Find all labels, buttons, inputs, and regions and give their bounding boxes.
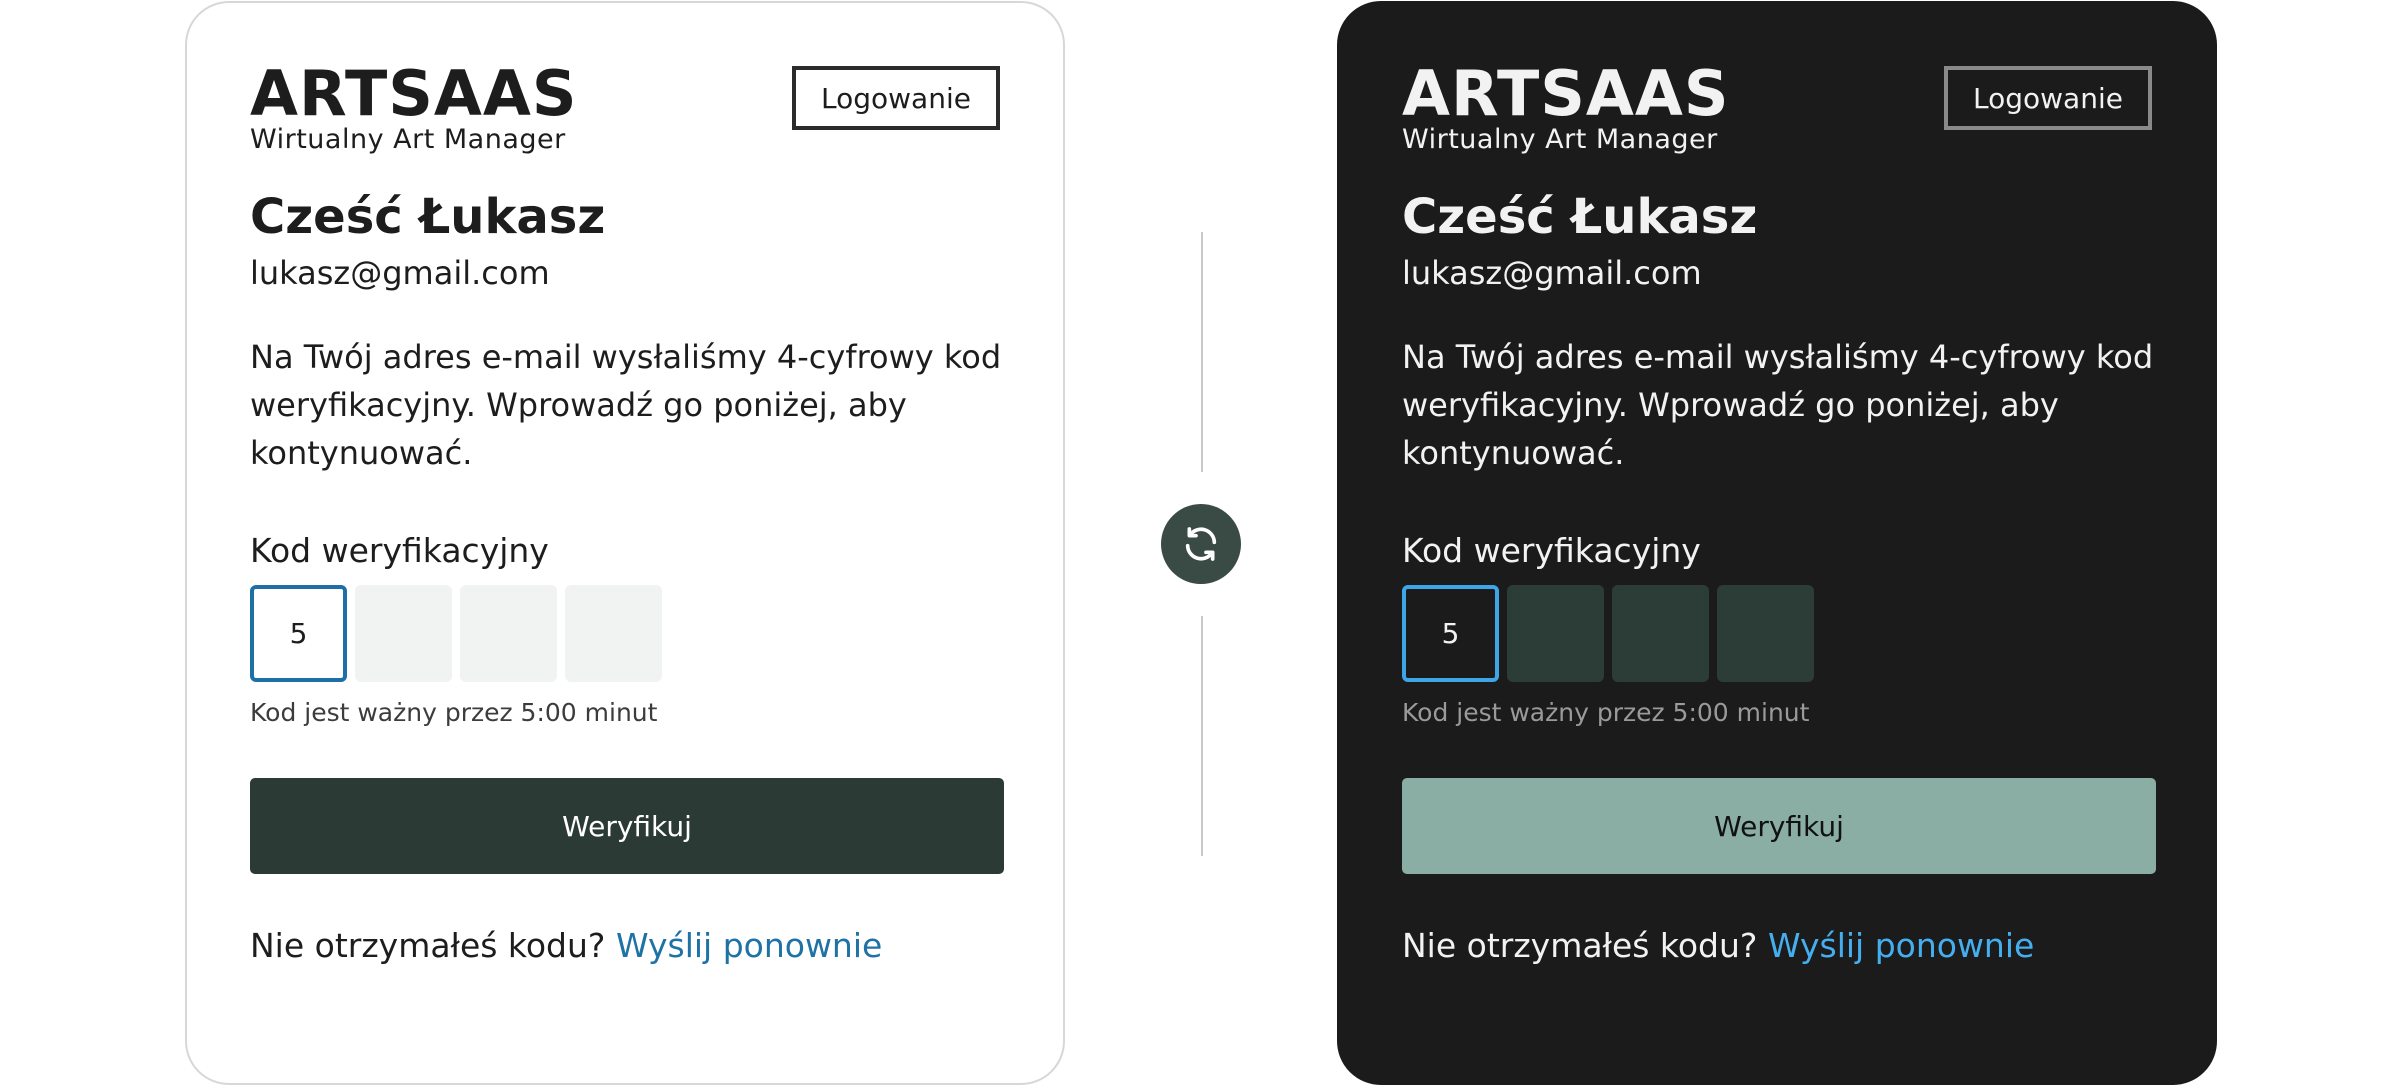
greeting-section: Cześć Łukasz lukasz@gmail.com	[250, 189, 1000, 293]
login-button[interactable]: Logowanie	[1944, 66, 2152, 130]
code-digit-4[interactable]	[1717, 585, 1814, 682]
instructions-text: Na Twój adres e-mail wysłaliśmy 4-cyfrow…	[1402, 338, 2154, 472]
code-input-row: 5	[1402, 585, 2152, 682]
resend-prompt: Nie otrzymałeś kodu?	[250, 926, 606, 965]
theme-swap-button[interactable]	[1161, 504, 1241, 584]
code-validity-hint: Kod jest ważny przez 5:00 minut	[250, 698, 658, 727]
card-header: ARTSAAS Wirtualny Art Manager Logowanie	[1402, 63, 2152, 155]
verify-button[interactable]: Weryfikuj	[250, 778, 1004, 874]
code-digit-2[interactable]	[355, 585, 452, 682]
code-digit-3[interactable]	[460, 585, 557, 682]
dark-theme-card: ARTSAAS Wirtualny Art Manager Logowanie …	[1337, 1, 2217, 1085]
verify-button[interactable]: Weryfikuj	[1402, 778, 2156, 874]
resend-link[interactable]: Wyślij ponownie	[1768, 926, 2034, 965]
divider-top	[1201, 232, 1203, 472]
code-label: Kod weryfikacyjny	[1402, 531, 1701, 570]
greeting-title: Cześć Łukasz	[1402, 189, 1758, 245]
card-header: ARTSAAS Wirtualny Art Manager Logowanie	[250, 63, 1000, 155]
resend-prompt: Nie otrzymałeś kodu?	[1402, 926, 1758, 965]
code-digit-4[interactable]	[565, 585, 662, 682]
light-theme-card: ARTSAAS Wirtualny Art Manager Logowanie …	[185, 1, 1065, 1085]
stage: ARTSAAS Wirtualny Art Manager Logowanie …	[0, 0, 2400, 1086]
instructions-text: Na Twój adres e-mail wysłaliśmy 4-cyfrow…	[250, 338, 1002, 472]
resend-section: Nie otrzymałeś kodu? Wyślij ponownie	[1402, 926, 2152, 966]
resend-section: Nie otrzymałeś kodu? Wyślij ponownie	[250, 926, 1000, 966]
code-digit-1[interactable]: 5	[1402, 585, 1499, 682]
login-button[interactable]: Logowanie	[792, 66, 1000, 130]
code-digit-1[interactable]: 5	[250, 585, 347, 682]
greeting-title: Cześć Łukasz	[250, 189, 606, 245]
divider-bottom	[1201, 616, 1203, 856]
resend-link[interactable]: Wyślij ponownie	[616, 926, 882, 965]
code-input-row: 5	[250, 585, 1000, 682]
code-digit-2[interactable]	[1507, 585, 1604, 682]
user-email: lukasz@gmail.com	[250, 254, 550, 292]
refresh-icon	[1185, 527, 1217, 561]
code-digit-3[interactable]	[1612, 585, 1709, 682]
code-validity-hint: Kod jest ważny przez 5:00 minut	[1402, 698, 1810, 727]
user-email: lukasz@gmail.com	[1402, 254, 1702, 292]
greeting-section: Cześć Łukasz lukasz@gmail.com	[1402, 189, 2152, 293]
code-label: Kod weryfikacyjny	[250, 531, 549, 570]
